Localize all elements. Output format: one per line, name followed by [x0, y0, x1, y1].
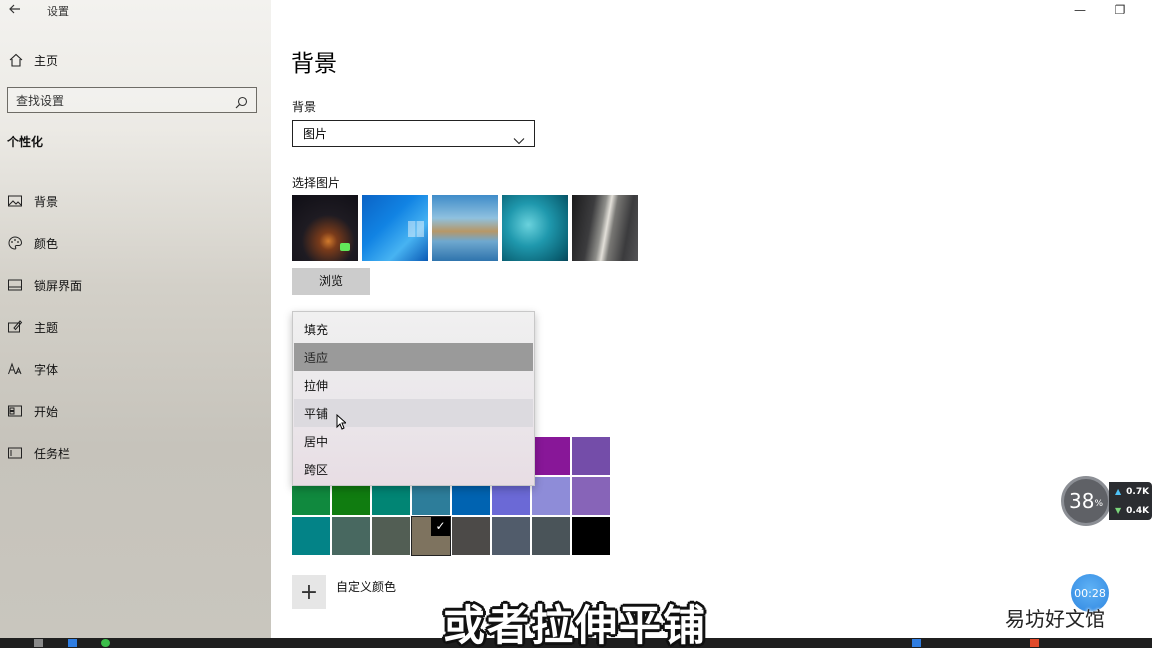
- wallpaper-thumbnail[interactable]: [572, 195, 638, 261]
- search-placeholder: 查找设置: [16, 93, 65, 108]
- menu-item-fit[interactable]: 适应: [294, 343, 533, 371]
- color-swatch[interactable]: [532, 437, 570, 475]
- sidebar-item-label: 背景: [34, 194, 59, 209]
- speed-percent: 38: [1068, 489, 1095, 513]
- menu-item-fill[interactable]: 填充: [294, 315, 533, 343]
- page-title: 背景: [291, 51, 337, 77]
- menu-item-stretch[interactable]: 拉伸: [294, 371, 533, 399]
- sidebar-item-lock-screen[interactable]: 锁屏界面: [0, 264, 271, 306]
- speed-unit: %: [1094, 499, 1103, 509]
- sidebar-item-taskbar[interactable]: 任务栏: [0, 432, 271, 474]
- color-swatch[interactable]: ✓: [411, 516, 451, 556]
- speed-panel: ▲ 0.7K ▼ 0.4K: [1109, 482, 1152, 520]
- sidebar-item-label: 锁屏界面: [34, 278, 83, 293]
- wallpaper-thumbnail[interactable]: [292, 195, 358, 261]
- background-type-select[interactable]: 图片: [292, 120, 535, 147]
- back-arrow-icon[interactable]: [8, 2, 24, 18]
- start-icon: [7, 403, 23, 419]
- background-type-value: 图片: [303, 127, 328, 141]
- fit-dropdown-menu: 填充 适应 拉伸 平铺 居中 跨区: [292, 311, 535, 486]
- wallpaper-thumbnail[interactable]: [362, 195, 428, 261]
- color-swatch[interactable]: [372, 517, 410, 555]
- add-custom-color-button[interactable]: +: [292, 575, 326, 609]
- tray-icon[interactable]: [1030, 639, 1039, 647]
- checkmark-icon: ✓: [431, 517, 450, 536]
- download-arrow-icon: ▼: [1115, 506, 1122, 515]
- upload-arrow-icon: ▲: [1115, 487, 1122, 496]
- menu-item-tile[interactable]: 平铺: [294, 399, 533, 427]
- taskbar-icon: [7, 445, 23, 461]
- watermark: 易坊好文馆: [1005, 607, 1105, 631]
- color-swatch[interactable]: [452, 517, 490, 555]
- sidebar-item-colors[interactable]: 颜色: [0, 222, 271, 264]
- wechat-icon[interactable]: [101, 639, 110, 647]
- windows-logo-icon: [408, 221, 424, 237]
- chevron-down-icon: [513, 130, 525, 144]
- speed-gauge: 38%: [1061, 476, 1111, 526]
- sidebar-item-start[interactable]: 开始: [0, 390, 271, 432]
- choose-picture-label: 选择图片: [292, 176, 341, 190]
- wallpaper-thumbnail[interactable]: [502, 195, 568, 261]
- custom-color-label: 自定义颜色: [336, 580, 397, 594]
- color-swatch[interactable]: [292, 517, 330, 555]
- color-swatch[interactable]: [532, 517, 570, 555]
- sidebar-nav: 背景 颜色 锁屏界面 主题 字体 开始 任务栏: [0, 180, 271, 474]
- palette-icon: [7, 235, 23, 251]
- app-title: 设置: [47, 5, 69, 18]
- download-speed: 0.4K: [1126, 505, 1150, 516]
- search-input[interactable]: 查找设置: [7, 87, 257, 113]
- video-subtitle: 或者拉伸平铺: [443, 601, 708, 648]
- sidebar-item-label: 任务栏: [34, 446, 71, 461]
- image-icon: [7, 193, 23, 209]
- search-icon[interactable]: [235, 94, 248, 108]
- sidebar-item-label: 主页: [34, 53, 59, 68]
- color-swatch[interactable]: [572, 517, 610, 555]
- browse-button[interactable]: 浏览: [292, 268, 370, 295]
- home-icon: [8, 52, 24, 68]
- restore-button[interactable]: ❐: [1105, 0, 1135, 20]
- lock-screen-icon: [7, 277, 23, 293]
- color-swatch[interactable]: [572, 477, 610, 515]
- menu-item-center[interactable]: 居中: [294, 427, 533, 455]
- mouse-cursor-icon: [336, 413, 348, 430]
- tent-icon: [340, 243, 350, 251]
- color-swatch[interactable]: [532, 477, 570, 515]
- minimize-button[interactable]: —: [1065, 0, 1095, 20]
- network-speed-widget[interactable]: 38% ▲ 0.7K ▼ 0.4K: [1061, 476, 1152, 526]
- color-swatch[interactable]: [572, 437, 610, 475]
- sidebar-item-home[interactable]: 主页: [8, 51, 58, 69]
- app-icon[interactable]: [68, 639, 77, 647]
- sidebar-item-label: 主题: [34, 320, 59, 335]
- sidebar-item-label: 字体: [34, 362, 59, 377]
- sidebar: 设置 主页 查找设置 个性化 背景 颜色 锁屏界面 主题 字体 开始 任务栏: [0, 0, 271, 638]
- menu-item-span[interactable]: 跨区: [294, 455, 533, 483]
- plus-icon: +: [299, 579, 319, 605]
- sidebar-item-themes[interactable]: 主题: [0, 306, 271, 348]
- sidebar-item-background[interactable]: 背景: [0, 180, 271, 222]
- color-swatch[interactable]: [492, 517, 530, 555]
- picture-thumbnails: [292, 195, 638, 261]
- color-swatch[interactable]: [332, 517, 370, 555]
- tray-icon[interactable]: [912, 639, 921, 647]
- sidebar-item-fonts[interactable]: 字体: [0, 348, 271, 390]
- theme-icon: [7, 319, 23, 335]
- background-label: 背景: [292, 100, 317, 114]
- upload-speed: 0.7K: [1126, 486, 1150, 497]
- file-explorer-icon[interactable]: [34, 639, 43, 647]
- sidebar-item-label: 颜色: [34, 236, 59, 251]
- font-icon: [7, 361, 23, 377]
- section-title: 个性化: [7, 135, 44, 149]
- wallpaper-thumbnail[interactable]: [432, 195, 498, 261]
- sidebar-item-label: 开始: [34, 404, 59, 419]
